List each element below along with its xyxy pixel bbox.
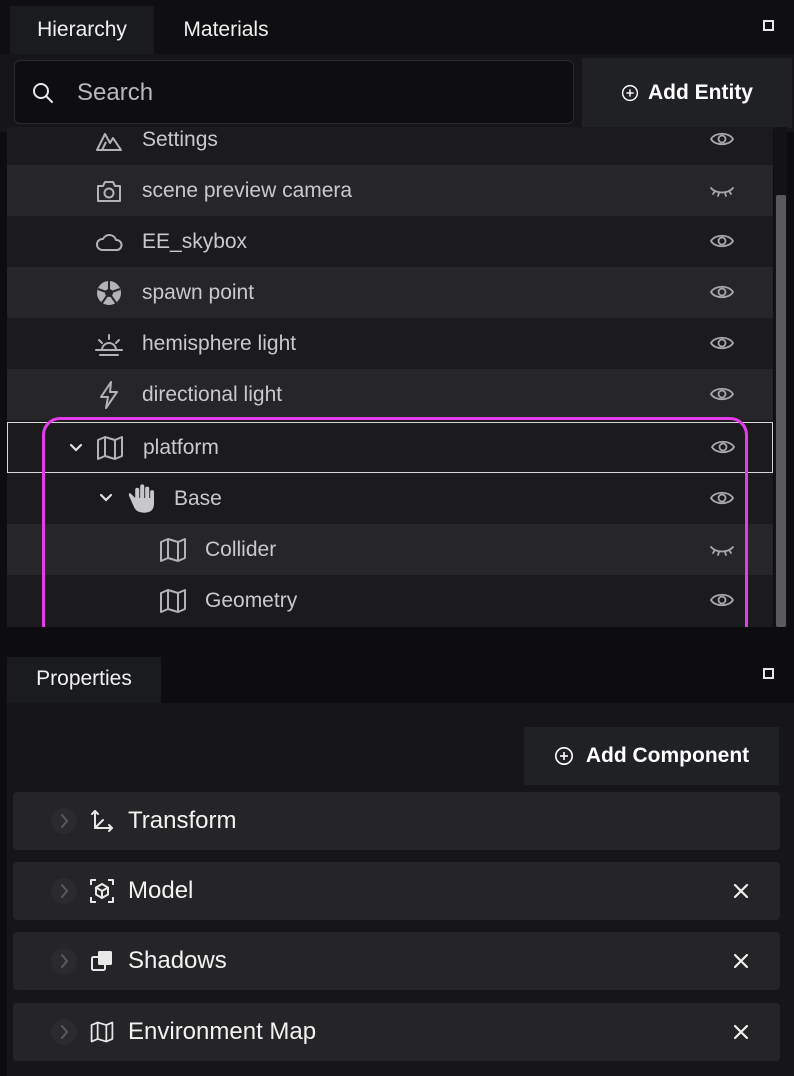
component-environment-map[interactable]: Environment Map — [13, 1003, 780, 1061]
eye-closed-icon[interactable] — [709, 538, 735, 560]
tree-row-directional-light[interactable]: directional light — [7, 369, 773, 420]
component-label: Environment Map — [128, 1018, 317, 1045]
maximize-icon[interactable] — [763, 20, 774, 31]
add-component-label: Add Component — [585, 744, 750, 767]
tree-row-label: Geometry — [205, 588, 298, 612]
tree-row-label: platform — [143, 435, 219, 459]
tree-row-ee-skybox[interactable]: EE_skybox — [7, 216, 773, 267]
map-icon — [97, 436, 123, 460]
tree-row-base[interactable]: Base — [7, 473, 773, 524]
component-label: Shadows — [128, 947, 227, 974]
camera-icon — [97, 181, 121, 202]
add-circle-icon — [554, 747, 573, 765]
hand-icon — [128, 484, 155, 513]
component-model[interactable]: Model — [13, 862, 780, 920]
eye-icon[interactable] — [709, 589, 735, 611]
map-icon — [90, 1021, 114, 1043]
component-transform[interactable]: Transform — [13, 792, 780, 850]
eye-icon[interactable] — [709, 487, 735, 509]
tree-row-label: directional light — [142, 382, 283, 406]
cube-scan-icon — [90, 879, 114, 903]
chevron-right-icon[interactable] — [51, 808, 77, 834]
search-box — [14, 60, 574, 124]
tree-row-label: scene preview camera — [142, 178, 353, 202]
chevron-down-icon[interactable] — [98, 490, 114, 506]
map-icon — [160, 538, 186, 562]
chevron-down-icon[interactable] — [68, 440, 84, 456]
component-label: Transform — [128, 807, 237, 834]
add-entity-button[interactable]: Add Entity — [582, 58, 792, 128]
shadow-copy-icon — [91, 951, 112, 971]
eye-icon[interactable] — [709, 230, 735, 252]
tree-row-label: EE_skybox — [142, 229, 248, 253]
eye-icon[interactable] — [709, 332, 735, 354]
tree-row-label: hemisphere light — [142, 331, 297, 355]
mountain-icon — [96, 133, 122, 151]
tab-properties[interactable]: Properties — [7, 657, 161, 703]
tree-row-label: Collider — [205, 537, 277, 561]
search-icon — [33, 83, 53, 103]
tree-row-hemisphere-light[interactable]: hemisphere light — [7, 318, 773, 369]
tree-row-label: spawn point — [142, 280, 255, 304]
tree-row-spawn-point[interactable]: spawn point — [7, 267, 773, 318]
chevron-right-icon[interactable] — [51, 1019, 77, 1045]
tab-materials[interactable]: Materials — [160, 6, 292, 54]
add-entity-label: Add Entity — [648, 81, 753, 104]
tree-row-geometry[interactable]: Geometry — [7, 575, 773, 626]
tab-hierarchy[interactable]: Hierarchy — [10, 6, 154, 54]
hierarchy-scrollbar-thumb[interactable] — [776, 195, 786, 627]
close-icon[interactable] — [731, 1022, 751, 1042]
tree-row-label: Settings — [142, 127, 218, 151]
chevron-right-icon[interactable] — [51, 878, 77, 904]
close-icon[interactable] — [731, 951, 751, 971]
chevron-right-icon[interactable] — [51, 948, 77, 974]
eye-closed-icon[interactable] — [709, 179, 735, 201]
tree-row-platform[interactable]: platform — [7, 422, 773, 473]
add-component-button[interactable]: Add Component — [524, 727, 779, 785]
hierarchy-toolbar: Add Entity — [0, 54, 794, 132]
component-label: Model — [128, 877, 194, 904]
tree-row-settings[interactable]: Settings — [7, 127, 773, 165]
cloud-icon — [96, 234, 123, 251]
search-input[interactable] — [75, 75, 549, 111]
eye-icon[interactable] — [710, 436, 736, 458]
panel-divider — [0, 627, 794, 657]
eye-icon[interactable] — [709, 128, 735, 150]
hierarchy-tree: Settings scene preview camera EE_skybox — [7, 127, 773, 627]
component-shadows[interactable]: Shadows — [13, 932, 780, 990]
add-circle-icon — [621, 84, 639, 102]
maximize-icon[interactable] — [763, 668, 774, 679]
tree-row-label: Base — [174, 486, 222, 510]
aperture-icon — [97, 281, 121, 305]
lightning-icon — [100, 381, 118, 409]
map-icon — [160, 589, 186, 613]
close-icon[interactable] — [731, 881, 751, 901]
top-tab-bar: Hierarchy Materials — [0, 0, 794, 54]
eye-icon[interactable] — [709, 383, 735, 405]
tree-row-scene-preview-camera[interactable]: scene preview camera — [7, 165, 773, 216]
tree-row-collider[interactable]: Collider — [7, 524, 773, 575]
sunrise-icon — [95, 334, 123, 356]
eye-icon[interactable] — [709, 281, 735, 303]
axes-icon — [91, 810, 113, 832]
